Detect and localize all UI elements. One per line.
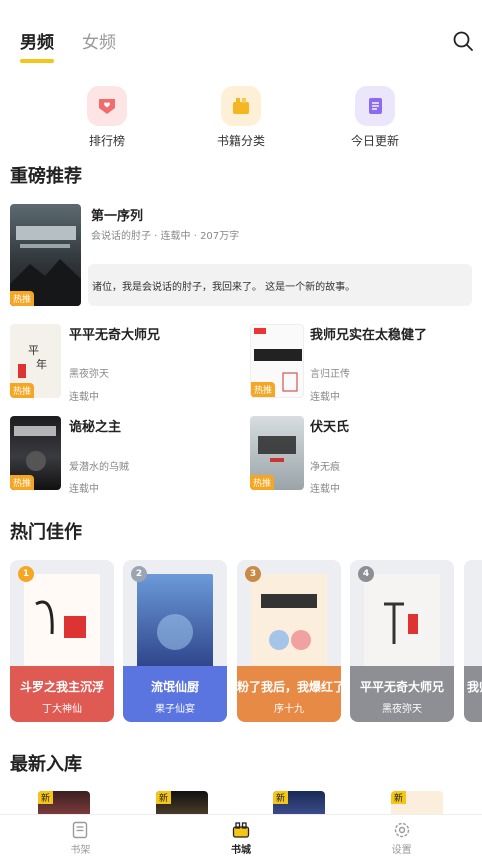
nav-bookshelf-label: 书架 <box>70 845 91 856</box>
update-label: 今日更新 <box>350 134 399 148</box>
hot-badge: 热推 <box>10 383 35 398</box>
hot-title-5: 我师 <box>467 680 482 694</box>
latest-cover-2[interactable]: 新 <box>156 791 208 814</box>
new-tag: 新 <box>391 791 407 804</box>
hot-card-footer: 粉了我后，我爆红了 序十九 <box>237 666 341 722</box>
hot-card-2[interactable]: 2 流氓仙厨 果子仙宴 <box>123 560 227 722</box>
tab-female[interactable]: 女频 <box>82 28 116 63</box>
hot-author-1: 丁大神仙 <box>42 704 82 715</box>
bottom-nav: 书架 书城 设置 <box>0 814 482 856</box>
book-cover-4[interactable]: 热推 <box>250 416 304 490</box>
book-title-3[interactable]: 诡秘之主 <box>69 416 121 435</box>
hot-heading: 热门佳作 <box>10 522 82 543</box>
top-book-desc: 诸位，我是会说话的肘子，我回来了。 这是一个新的故事。 <box>88 264 472 306</box>
book-author-1: 黑夜弥天 <box>69 369 109 380</box>
hot-cover-2 <box>137 574 213 674</box>
ranking-shortcut[interactable]: 排行榜 <box>62 86 152 149</box>
hot-title-1: 斗罗之我主沉浮 <box>19 680 104 694</box>
latest-heading: 最新入库 <box>10 754 82 775</box>
featured-heading: 重磅推荐 <box>10 166 82 187</box>
hot-card-footer: 我师 <box>464 666 482 722</box>
book-cover-top[interactable]: 热推 <box>10 204 81 306</box>
rank-badge-3: 3 <box>245 566 261 582</box>
gear-icon <box>394 822 409 838</box>
new-tag: 新 <box>273 791 289 804</box>
latest-cover-1[interactable]: 新 <box>38 791 90 814</box>
book-cover-3[interactable]: 热推 <box>10 416 61 490</box>
book-status-2: 连载中 <box>310 392 340 403</box>
bookstore-icon <box>232 822 250 838</box>
top-book-meta: 会说话的肘子 · 连载中 · 207万字 <box>91 231 240 242</box>
update-icon <box>355 86 395 126</box>
rank-badge-4: 4 <box>358 566 374 582</box>
rank-badge-2: 2 <box>131 566 147 582</box>
hot-card-3[interactable]: 3 粉了我后，我爆红了 序十九 <box>237 560 341 722</box>
hot-author-2: 果子仙宴 <box>155 704 195 715</box>
book-status-3: 连载中 <box>69 484 99 495</box>
hot-card-footer: 流氓仙厨 果子仙宴 <box>123 666 227 722</box>
hot-cover-1 <box>24 574 100 674</box>
top-book-title[interactable]: 第一序列 <box>91 205 143 224</box>
search-icon[interactable] <box>452 30 474 52</box>
svg-text:平: 平 <box>28 344 39 357</box>
hot-badge: 热推 <box>250 475 275 490</box>
new-tag: 新 <box>156 791 172 804</box>
book-author-2: 言归正传 <box>310 369 350 380</box>
hot-badge: 热推 <box>10 475 35 490</box>
latest-cover-4[interactable]: 新 <box>391 791 443 814</box>
new-tag: 新 <box>38 791 54 804</box>
hot-title-2: 流氓仙厨 <box>150 680 199 694</box>
book-cover-1[interactable]: 平年 热推 <box>10 324 61 398</box>
category-icon <box>221 86 261 126</box>
channel-tabs: 男频 女频 <box>20 28 116 63</box>
category-label: 书籍分类 <box>216 134 265 148</box>
category-shortcut[interactable]: 书籍分类 <box>196 86 286 149</box>
book-title-1[interactable]: 平平无奇大师兄 <box>69 324 160 343</box>
book-title-2[interactable]: 我师兄实在太稳健了 <box>310 324 427 343</box>
hot-cover-3 <box>251 574 327 674</box>
hot-card-4[interactable]: 4 平平无奇大师兄 黑夜弥天 <box>350 560 454 722</box>
hot-title-4: 平平无奇大师兄 <box>359 680 444 694</box>
hot-card-footer: 斗罗之我主沉浮 丁大神仙 <box>10 666 114 722</box>
latest-cover-3[interactable]: 新 <box>273 791 325 814</box>
nav-bookstore-label: 书城 <box>230 845 251 856</box>
hot-card-footer: 平平无奇大师兄 黑夜弥天 <box>350 666 454 722</box>
hot-badge: 热推 <box>251 382 276 397</box>
ranking-icon <box>87 86 127 126</box>
nav-settings[interactable]: 设置 <box>362 815 442 856</box>
hot-card-5[interactable]: 我师 <box>464 560 482 722</box>
book-title-4[interactable]: 伏天氏 <box>310 416 349 435</box>
nav-bookshelf[interactable]: 书架 <box>40 815 120 856</box>
book-status-4: 连载中 <box>310 484 340 495</box>
shortcut-row: 排行榜 书籍分类 今日更新 <box>0 86 482 149</box>
hot-author-4: 黑夜弥天 <box>382 704 422 715</box>
hot-badge: 热推 <box>10 291 35 306</box>
nav-bookstore[interactable]: 书城 <box>201 815 281 856</box>
svg-text:年: 年 <box>36 357 47 371</box>
book-cover-2[interactable]: 热推 <box>250 324 304 398</box>
book-status-1: 连载中 <box>69 392 99 403</box>
bookshelf-icon <box>73 821 88 839</box>
hot-title-3: 粉了我后，我爆红了 <box>237 680 341 694</box>
hot-cover-4 <box>364 574 440 674</box>
tab-male[interactable]: 男频 <box>20 28 54 63</box>
nav-settings-label: 设置 <box>391 845 412 856</box>
hot-card-1[interactable]: 1 斗罗之我主沉浮 丁大神仙 <box>10 560 114 722</box>
ranking-label: 排行榜 <box>88 134 125 148</box>
hot-author-3: 序十九 <box>274 704 304 715</box>
book-author-3: 爱潜水的乌贼 <box>69 462 129 473</box>
book-author-4: 净无痕 <box>310 462 340 473</box>
rank-badge-1: 1 <box>18 566 34 582</box>
update-shortcut[interactable]: 今日更新 <box>330 86 420 149</box>
